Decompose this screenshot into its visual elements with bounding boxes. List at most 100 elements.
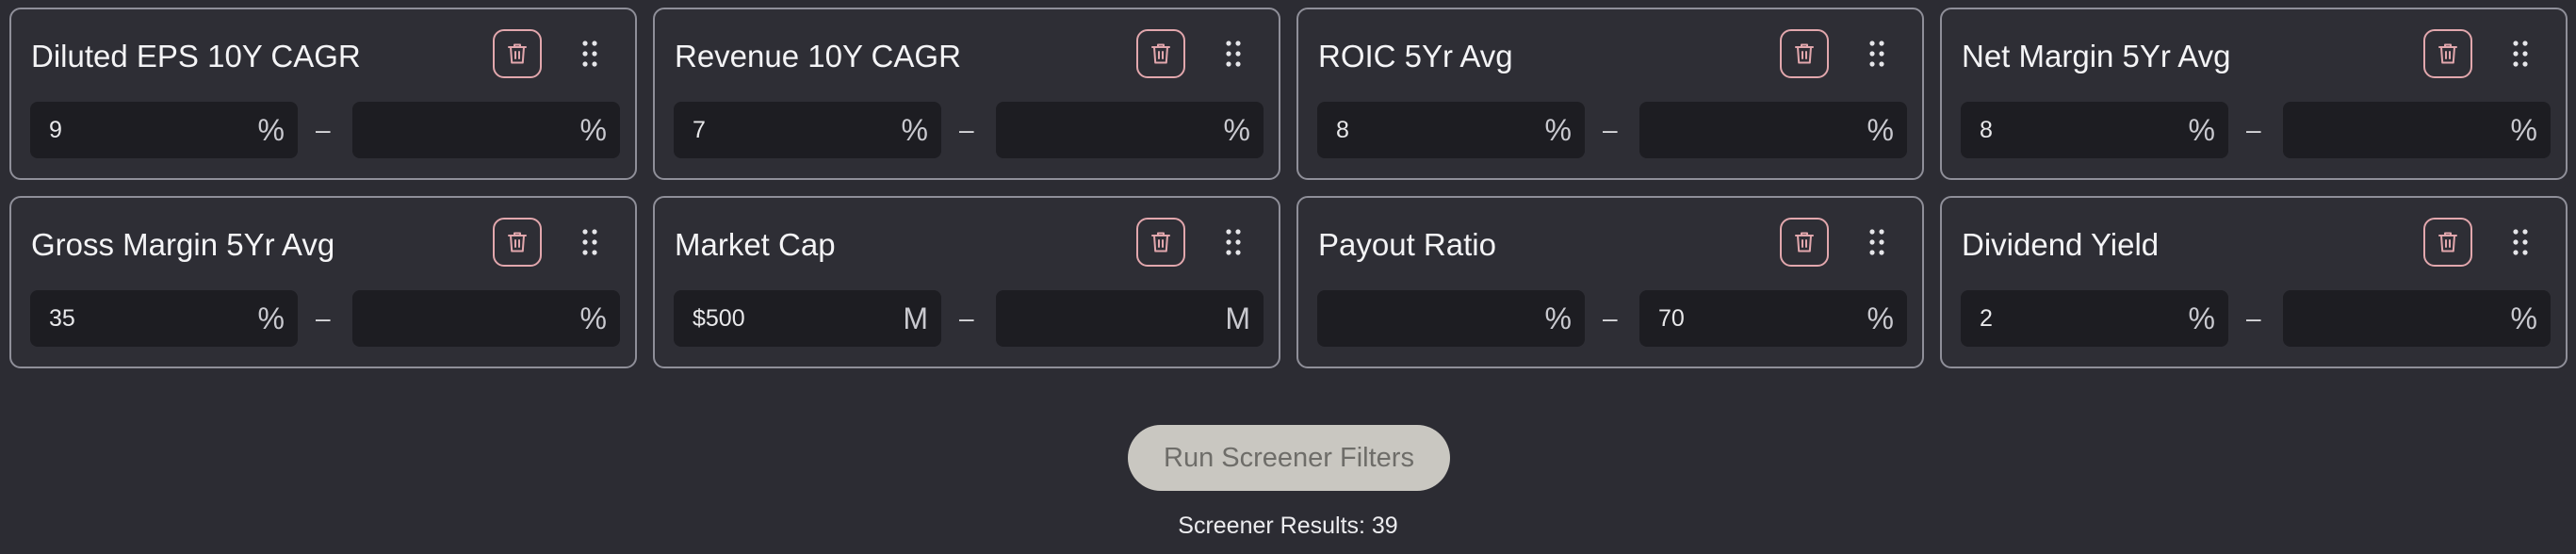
max-field: % [352, 102, 620, 158]
max-input[interactable] [2283, 102, 2500, 158]
drag-handle[interactable] [575, 223, 605, 261]
range-separator: – [2246, 115, 2261, 144]
screener-results-text: Screener Results: 39 [1178, 513, 1398, 539]
drag-handle[interactable] [2505, 35, 2535, 73]
range-row: % – % [1317, 290, 1907, 347]
unit-suffix: % [257, 301, 285, 335]
min-field: M [674, 290, 941, 347]
delete-filter-button[interactable] [1780, 29, 1829, 78]
filter-card: Market Cap M – M [653, 196, 1280, 368]
filter-card: Diluted EPS 10Y CAGR % – % [9, 8, 637, 180]
trash-icon [1151, 232, 1170, 253]
min-input[interactable] [30, 102, 247, 158]
drag-handle-icon [1226, 41, 1241, 67]
delete-filter-button[interactable] [2423, 218, 2472, 267]
filter-card: Revenue 10Y CAGR % – % [653, 8, 1280, 180]
drag-handle-icon [582, 229, 597, 255]
max-input[interactable] [1639, 290, 1856, 347]
unit-suffix: % [2188, 113, 2215, 147]
unit-suffix: % [2188, 301, 2215, 335]
unit-suffix: % [2510, 113, 2537, 147]
filter-title: Net Margin 5Yr Avg [1962, 39, 2231, 73]
drag-handle-icon [2513, 229, 2528, 255]
min-input[interactable] [674, 290, 890, 347]
min-field: % [1317, 102, 1585, 158]
min-field: % [674, 102, 941, 158]
unit-suffix: % [2510, 301, 2537, 335]
drag-handle-icon [2513, 41, 2528, 67]
unit-suffix: % [1544, 113, 1572, 147]
delete-filter-button[interactable] [1136, 218, 1185, 267]
delete-filter-button[interactable] [2423, 29, 2472, 78]
trash-icon [2438, 43, 2457, 64]
range-separator: – [316, 303, 331, 333]
trash-icon [1151, 43, 1170, 64]
delete-filter-button[interactable] [1780, 218, 1829, 267]
max-input[interactable] [2283, 290, 2500, 347]
drag-handle[interactable] [1862, 223, 1892, 261]
max-input[interactable] [996, 290, 1213, 347]
filter-title: Market Cap [675, 227, 836, 262]
drag-handle-icon [1869, 41, 1884, 67]
max-input[interactable] [1639, 102, 1856, 158]
drag-handle[interactable] [575, 35, 605, 73]
drag-handle[interactable] [1862, 35, 1892, 73]
unit-suffix: % [901, 113, 928, 147]
delete-filter-button[interactable] [493, 218, 542, 267]
range-row: % – % [1961, 102, 2551, 158]
min-input[interactable] [674, 102, 890, 158]
range-row: % – % [674, 102, 1264, 158]
min-field: % [1317, 290, 1585, 347]
filter-title: Dividend Yield [1962, 227, 2160, 262]
max-field: % [2283, 290, 2551, 347]
delete-filter-button[interactable] [1136, 29, 1185, 78]
filter-title: ROIC 5Yr Avg [1318, 39, 1513, 73]
min-field: % [30, 102, 298, 158]
drag-handle-icon [582, 41, 597, 67]
filter-card: Payout Ratio % – % [1296, 196, 1924, 368]
min-input[interactable] [30, 290, 247, 347]
filter-card: Net Margin 5Yr Avg % – % [1940, 8, 2568, 180]
trash-icon [1795, 232, 1814, 253]
range-row: M – M [674, 290, 1264, 347]
max-input[interactable] [352, 290, 569, 347]
drag-handle-icon [1869, 229, 1884, 255]
range-separator: – [1603, 303, 1618, 333]
drag-handle-icon [1226, 229, 1241, 255]
min-input[interactable] [1961, 290, 2177, 347]
range-separator: – [959, 303, 974, 333]
drag-handle[interactable] [1218, 223, 1248, 261]
filter-card: Gross Margin 5Yr Avg % – % [9, 196, 637, 368]
drag-handle[interactable] [1218, 35, 1248, 73]
min-input[interactable] [1317, 102, 1534, 158]
min-input[interactable] [1961, 102, 2177, 158]
filter-title: Payout Ratio [1318, 227, 1496, 262]
max-field: % [1639, 290, 1907, 347]
unit-suffix: % [1544, 301, 1572, 335]
unit-suffix: % [1223, 113, 1250, 147]
range-row: % – % [1961, 290, 2551, 347]
range-separator: – [959, 115, 974, 144]
unit-suffix: % [579, 113, 607, 147]
max-field: % [996, 102, 1264, 158]
unit-suffix: % [1867, 113, 1894, 147]
unit-suffix: % [1867, 301, 1894, 335]
min-input[interactable] [1317, 290, 1534, 347]
range-separator: – [2246, 303, 2261, 333]
max-input[interactable] [352, 102, 569, 158]
filter-card: ROIC 5Yr Avg % – % [1296, 8, 1924, 180]
range-row: % – % [1317, 102, 1907, 158]
filter-grid: Diluted EPS 10Y CAGR % – % Revenue 10Y C… [9, 8, 2568, 368]
delete-filter-button[interactable] [493, 29, 542, 78]
unit-suffix: M [1225, 301, 1250, 335]
max-input[interactable] [996, 102, 1213, 158]
trash-icon [2438, 232, 2457, 253]
run-screener-button[interactable]: Run Screener Filters [1128, 425, 1450, 491]
filter-title: Diluted EPS 10Y CAGR [31, 39, 361, 73]
max-field: % [1639, 102, 1907, 158]
max-field: M [996, 290, 1264, 347]
drag-handle[interactable] [2505, 223, 2535, 261]
unit-suffix: % [579, 301, 607, 335]
min-field: % [1961, 102, 2228, 158]
trash-icon [1795, 43, 1814, 64]
